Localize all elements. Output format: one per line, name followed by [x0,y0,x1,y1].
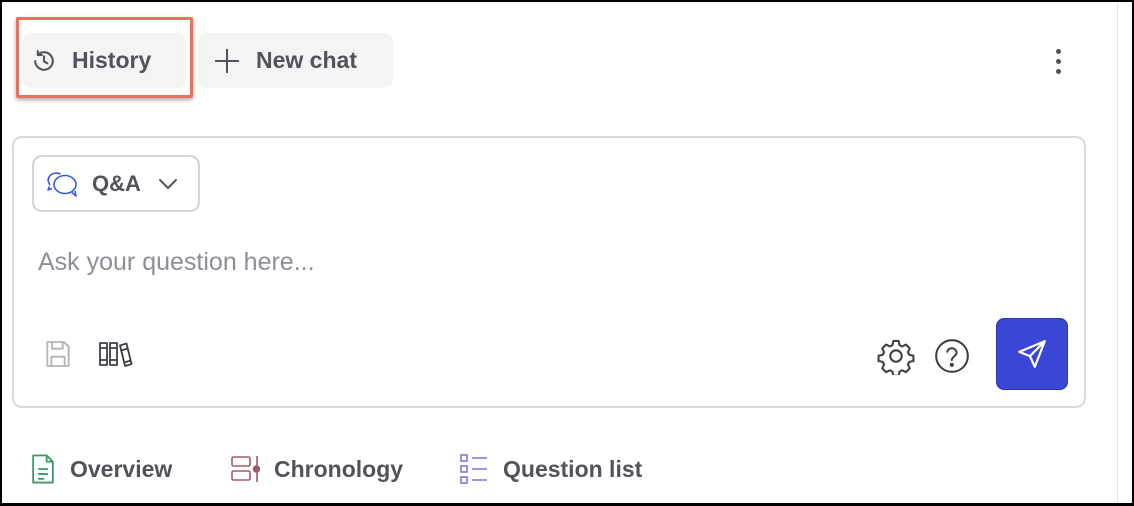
tab-label: Question list [503,455,643,482]
mode-selector[interactable]: Q&A [32,155,200,212]
chat-bubbles-icon [47,171,77,197]
timeline-icon [231,456,260,482]
new-chat-label: New chat [256,47,357,73]
tab-overview[interactable]: Overview [30,450,172,488]
new-chat-button[interactable]: New chat [198,33,393,88]
save-icon[interactable] [40,336,76,372]
settings-gear-icon[interactable] [876,336,916,376]
send-icon [1018,340,1046,368]
highlight-box [16,17,193,98]
question-input[interactable] [38,248,938,277]
tab-label: Chronology [274,455,404,482]
composer-panel: Q&A [12,136,1086,408]
panel-divider [1117,2,1118,503]
tab-question-list[interactable]: Question list [459,450,642,488]
plus-icon [214,48,240,73]
send-button[interactable] [996,318,1068,390]
document-icon [32,454,54,484]
chevron-down-icon [158,178,177,189]
mode-label: Q&A [92,170,141,196]
tab-label: Overview [70,455,173,482]
library-icon[interactable] [96,336,136,372]
help-icon[interactable] [932,336,972,376]
tab-chronology[interactable]: Chronology [230,450,403,488]
checklist-icon [460,454,487,484]
more-options-icon[interactable] [1044,44,1072,78]
